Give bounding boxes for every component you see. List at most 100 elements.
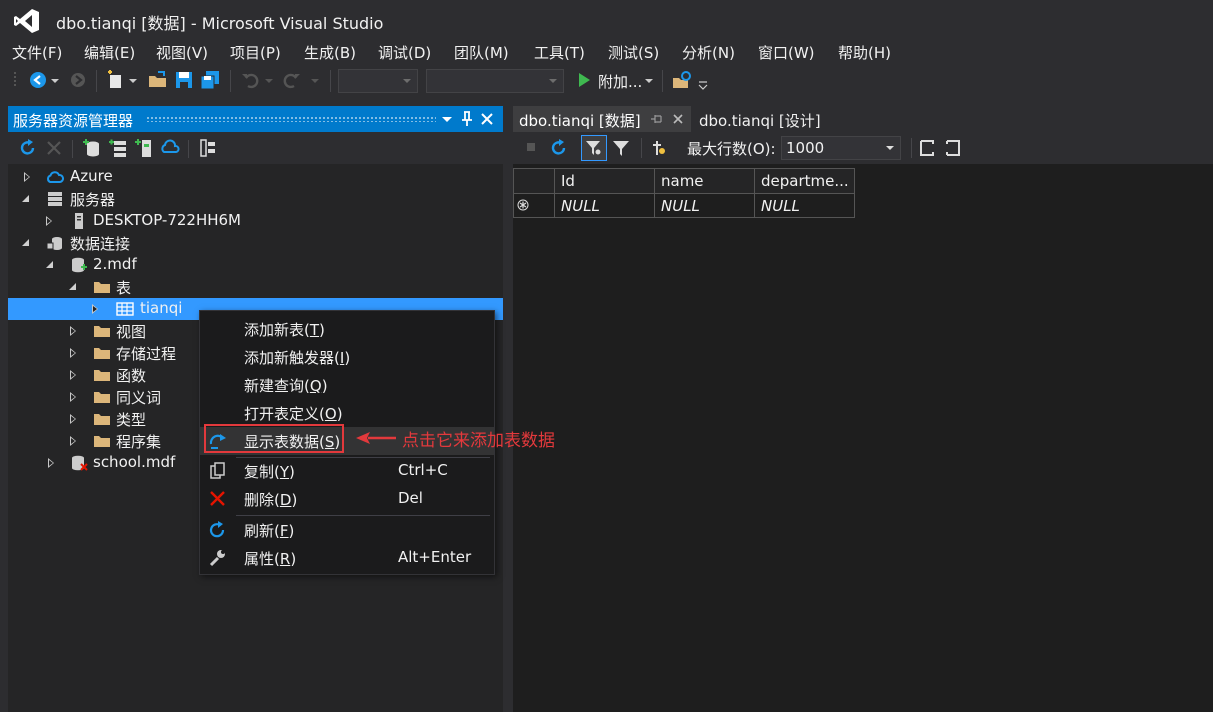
- menu-item-add-new-table[interactable]: 添加新表(T): [200, 315, 494, 343]
- toolbar-overflow-icon[interactable]: [698, 70, 708, 90]
- menu-item-properties[interactable]: 属性(R) Alt+Enter: [200, 544, 494, 572]
- forward-icon[interactable]: [68, 70, 88, 90]
- tab-tianqi-data[interactable]: dbo.tianqi [数据]: [513, 106, 691, 132]
- computer-icon: [75, 213, 83, 229]
- attach-button[interactable]: 附加...: [598, 71, 642, 92]
- tree-node-desktop[interactable]: DESKTOP-722HH6M: [8, 210, 503, 232]
- refresh-icon[interactable]: [18, 138, 38, 158]
- panel-drag-handle[interactable]: [146, 116, 436, 122]
- connect-to-sharepoint-icon[interactable]: [134, 138, 154, 158]
- expand-arrow-icon[interactable]: [70, 414, 76, 424]
- menu-window[interactable]: 窗口(W): [758, 42, 815, 63]
- menu-item-copy[interactable]: 复制(Y) Ctrl+C: [200, 457, 494, 485]
- menu-help[interactable]: 帮助(H): [838, 42, 891, 63]
- menu-edit[interactable]: 编辑(E): [84, 42, 135, 63]
- script-icon[interactable]: [649, 138, 669, 158]
- column-header[interactable]: Id: [555, 168, 655, 194]
- tree-node-data-connections[interactable]: 数据连接: [8, 232, 503, 254]
- menu-test[interactable]: 测试(S): [608, 42, 659, 63]
- collapse-arrow-icon[interactable]: [22, 195, 29, 202]
- back-dropdown-icon[interactable]: [50, 70, 60, 90]
- connect-to-database-icon[interactable]: [82, 138, 102, 158]
- apply-filter-button[interactable]: [581, 135, 607, 161]
- expand-arrow-icon[interactable]: [70, 436, 76, 446]
- menu-item-open-table-definition[interactable]: 打开表定义(O): [200, 399, 494, 427]
- menu-tools[interactable]: 工具(T): [534, 42, 585, 63]
- connect-to-azure-icon[interactable]: [160, 138, 180, 158]
- find-in-files-icon[interactable]: [672, 70, 692, 90]
- undo-dropdown-icon[interactable]: [264, 70, 274, 90]
- document-tab-strip: dbo.tianqi [数据] dbo.tianqi [设计]: [513, 106, 1213, 132]
- menu-item-label: 添加新触发器(I): [244, 349, 351, 367]
- tab-tianqi-design[interactable]: dbo.tianqi [设计]: [693, 106, 833, 132]
- redo-dropdown-icon[interactable]: [310, 70, 320, 90]
- pin-icon[interactable]: [649, 112, 663, 126]
- column-header[interactable]: departme...: [755, 168, 855, 194]
- chevron-down-icon: [549, 79, 557, 83]
- expand-arrow-icon[interactable]: [24, 172, 30, 182]
- close-icon[interactable]: [671, 112, 685, 126]
- switch-pane-left-icon[interactable]: [917, 138, 937, 158]
- menu-item-new-query[interactable]: 新建查询(Q): [200, 371, 494, 399]
- tree-node-azure[interactable]: Azure: [8, 166, 503, 188]
- expand-arrow-icon[interactable]: [70, 392, 76, 402]
- collapse-arrow-icon[interactable]: [22, 239, 29, 246]
- collapse-arrow-icon[interactable]: [69, 283, 76, 290]
- expand-arrow-icon[interactable]: [70, 370, 76, 380]
- stop-icon[interactable]: [523, 139, 539, 155]
- collapse-arrow-icon[interactable]: [46, 261, 53, 268]
- menu-file[interactable]: 文件(F): [12, 42, 62, 63]
- menu-view[interactable]: 视图(V): [156, 42, 208, 63]
- pin-icon[interactable]: [458, 109, 476, 129]
- tree-node-2-mdf[interactable]: 2.mdf: [8, 254, 503, 276]
- properties-icon[interactable]: [198, 138, 218, 158]
- redo-icon[interactable]: [282, 70, 302, 90]
- start-debugging-icon[interactable]: [574, 70, 594, 90]
- grid-cell[interactable]: NULL: [655, 194, 755, 218]
- grid-cell[interactable]: NULL: [755, 194, 855, 218]
- expand-arrow-icon[interactable]: [92, 304, 98, 314]
- grid-corner-cell[interactable]: [513, 168, 555, 194]
- attach-dropdown-icon[interactable]: [644, 70, 654, 90]
- menu-debug[interactable]: 调试(D): [378, 42, 431, 63]
- tree-node-tables[interactable]: 表: [8, 276, 503, 298]
- menu-item-add-new-trigger[interactable]: 添加新触发器(I): [200, 343, 494, 371]
- menu-item-refresh[interactable]: 刷新(F): [200, 516, 494, 544]
- new-row-indicator[interactable]: [513, 194, 555, 218]
- column-header[interactable]: name: [655, 168, 755, 194]
- tree-node-servers[interactable]: 服务器: [8, 188, 503, 210]
- server-explorer-title: 服务器资源管理器: [13, 112, 134, 130]
- server-icon: [48, 192, 62, 206]
- connect-to-server-icon[interactable]: [108, 138, 128, 158]
- grid-cell[interactable]: NULL: [555, 194, 655, 218]
- expand-arrow-icon[interactable]: [48, 458, 54, 468]
- new-row-asterisk-icon: [517, 199, 529, 211]
- refresh-icon[interactable]: [549, 138, 569, 158]
- new-project-icon[interactable]: [106, 70, 126, 90]
- solution-platform-select[interactable]: [426, 69, 564, 93]
- close-icon[interactable]: [478, 109, 496, 129]
- save-all-icon[interactable]: [200, 70, 220, 90]
- expand-arrow-icon[interactable]: [46, 216, 52, 226]
- switch-pane-right-icon[interactable]: [943, 138, 963, 158]
- tab-label: dbo.tianqi [数据]: [519, 112, 641, 130]
- data-editor-toolbar: 最大行数(O): 1000: [513, 132, 1213, 164]
- menu-project[interactable]: 项目(P): [230, 42, 281, 63]
- save-icon[interactable]: [174, 70, 194, 90]
- menu-build[interactable]: 生成(B): [304, 42, 356, 63]
- menu-team[interactable]: 团队(M): [454, 42, 509, 63]
- back-icon[interactable]: [28, 70, 48, 90]
- stop-refresh-icon[interactable]: [44, 138, 64, 158]
- new-dropdown-icon[interactable]: [128, 70, 138, 90]
- expand-arrow-icon[interactable]: [70, 326, 76, 336]
- filter-icon[interactable]: [611, 138, 631, 158]
- max-rows-select[interactable]: 1000: [781, 136, 901, 160]
- solution-configuration-select[interactable]: [338, 69, 418, 93]
- menu-item-delete[interactable]: 删除(D) Del: [200, 485, 494, 513]
- panel-menu-dropdown-icon[interactable]: [438, 109, 456, 129]
- open-file-icon[interactable]: [148, 70, 168, 90]
- expand-arrow-icon[interactable]: [70, 348, 76, 358]
- undo-icon[interactable]: [240, 70, 260, 90]
- menu-analyze[interactable]: 分析(N): [682, 42, 735, 63]
- tree-node-label: 程序集: [116, 433, 162, 451]
